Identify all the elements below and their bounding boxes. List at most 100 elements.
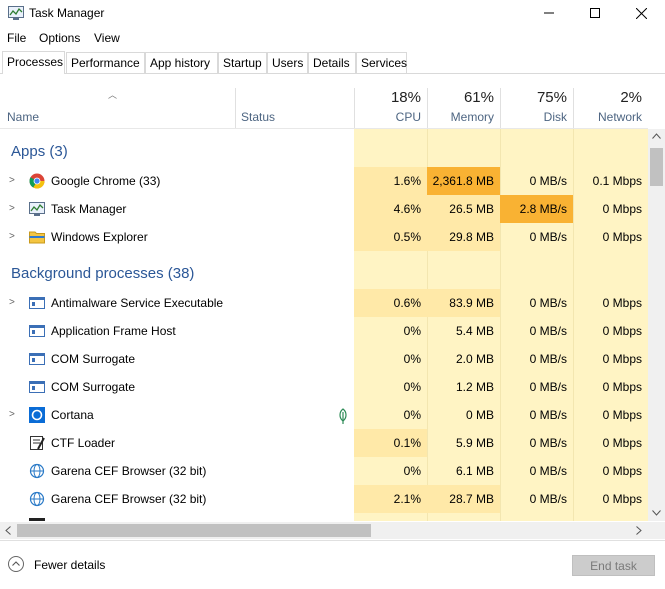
- scroll-corner: [648, 522, 665, 539]
- column-disk[interactable]: 75% Disk: [500, 88, 573, 128]
- title-bar: Task Manager: [0, 0, 665, 26]
- cpu-cell: 0%: [403, 380, 421, 394]
- service-icon: [29, 381, 45, 393]
- column-status[interactable]: Status: [241, 110, 275, 124]
- chevron-right-icon[interactable]: >: [9, 175, 15, 186]
- chevron-right-icon[interactable]: >: [9, 409, 15, 420]
- group-apps-label: Apps (3): [11, 143, 68, 160]
- network-cell: 0 Mbps: [602, 492, 642, 506]
- memory-cell: 5.4 MB: [455, 324, 494, 338]
- globe-icon: [29, 491, 45, 507]
- vertical-scrollbar[interactable]: [648, 129, 665, 521]
- end-task-button[interactable]: End task: [572, 555, 655, 576]
- chevron-right-icon[interactable]: >: [9, 203, 15, 214]
- sort-up-icon[interactable]: ︿: [108, 88, 117, 101]
- group-header-apps[interactable]: Apps (3): [0, 137, 648, 165]
- process-row[interactable]: Garena CEF Browser (32 bit) 0% 6.1 MB 0 …: [0, 457, 648, 485]
- cpu-cell: 1.6%: [354, 167, 427, 195]
- network-total: 2%: [620, 89, 642, 106]
- chevron-right-icon[interactable]: >: [9, 231, 15, 242]
- minimize-button[interactable]: [526, 0, 572, 26]
- process-row[interactable]: > Cortana 0% 0 MB 0 MB/s 0 Mbps: [0, 401, 648, 429]
- task-manager-icon: [8, 6, 24, 20]
- disk-cell: 0 MB/s: [529, 436, 567, 450]
- process-row[interactable]: > Google Chrome (33) 1.6% 2,361.8 MB 0 M…: [0, 167, 648, 195]
- menu-file[interactable]: File: [7, 31, 26, 45]
- memory-cell: 83.9 MB: [427, 289, 500, 317]
- network-cell: 0 Mbps: [602, 408, 642, 422]
- tab-details[interactable]: Details: [308, 52, 356, 73]
- tab-performance[interactable]: Performance: [66, 52, 145, 73]
- cpu-cell: 0.1%: [354, 429, 427, 457]
- column-network[interactable]: 2% Network: [573, 88, 648, 128]
- horizontal-scroll-thumb[interactable]: [17, 524, 371, 537]
- cpu-cell: 0.6%: [354, 289, 427, 317]
- process-name: Cortana: [51, 408, 94, 422]
- scroll-left-icon[interactable]: [5, 526, 11, 535]
- memory-cell: 28.7 MB: [427, 485, 500, 513]
- chevron-right-icon[interactable]: >: [9, 297, 15, 308]
- cpu-cell: 2.1%: [354, 485, 427, 513]
- memory-total: 61%: [463, 89, 494, 106]
- service-icon: [29, 353, 45, 365]
- menu-view[interactable]: View: [94, 31, 120, 45]
- cpu-total: 18%: [390, 89, 421, 106]
- network-cell: 0 Mbps: [602, 202, 642, 216]
- menu-options[interactable]: Options: [39, 31, 80, 45]
- memory-cell: 6.1 MB: [455, 464, 494, 478]
- maximize-button[interactable]: [572, 0, 618, 26]
- group-background-label: Background processes (38): [11, 265, 195, 282]
- process-row[interactable]: Application Frame Host 0% 5.4 MB 0 MB/s …: [0, 317, 648, 345]
- disk-cell: 0 MB/s: [529, 492, 567, 506]
- folder-icon: [29, 231, 45, 244]
- process-row[interactable]: CTF Loader 0.1% 5.9 MB 0 MB/s 0 Mbps: [0, 429, 648, 457]
- process-row[interactable]: COM Surrogate 0% 2.0 MB 0 MB/s 0 Mbps: [0, 345, 648, 373]
- disk-cell: 0 MB/s: [529, 174, 567, 188]
- process-row[interactable]: Garena CEF Browser (32 bit) 2.1% 28.7 MB…: [0, 485, 648, 513]
- cpu-cell: 0.5%: [354, 223, 427, 251]
- column-memory[interactable]: 61% Memory: [427, 88, 500, 128]
- window-title: Task Manager: [29, 6, 105, 20]
- process-row[interactable]: [0, 515, 648, 521]
- process-row[interactable]: > Antimalware Service Executable 0.6% 83…: [0, 289, 648, 317]
- network-cell: 0 Mbps: [602, 436, 642, 450]
- group-header-background[interactable]: Background processes (38): [0, 259, 648, 287]
- cpu-cell: 0%: [403, 352, 421, 366]
- column-cpu[interactable]: 18% CPU: [354, 88, 427, 128]
- scroll-down-icon[interactable]: [652, 510, 661, 516]
- horizontal-scrollbar[interactable]: [0, 522, 648, 539]
- process-name: Task Manager: [51, 202, 127, 216]
- scroll-right-icon[interactable]: [636, 526, 642, 535]
- vertical-scroll-thumb[interactable]: [650, 148, 663, 186]
- chevron-up-icon[interactable]: [8, 556, 24, 572]
- network-cell: 0 Mbps: [602, 230, 642, 244]
- disk-cell: 0 MB/s: [529, 296, 567, 310]
- network-label: Network: [597, 110, 642, 124]
- app-icon: [29, 518, 45, 521]
- disk-label: Disk: [543, 110, 567, 124]
- memory-label: Memory: [450, 110, 494, 124]
- tab-users[interactable]: Users: [267, 52, 308, 73]
- process-name: Google Chrome (33): [51, 174, 161, 188]
- close-icon: [635, 7, 647, 19]
- network-cell: 0 Mbps: [602, 464, 642, 478]
- memory-cell: 1.2 MB: [455, 380, 494, 394]
- close-button[interactable]: [618, 0, 664, 26]
- column-divider[interactable]: [235, 88, 236, 128]
- tab-strip: Processes Performance App history Startu…: [0, 51, 665, 74]
- process-row[interactable]: COM Surrogate 0% 1.2 MB 0 MB/s 0 Mbps: [0, 373, 648, 401]
- process-name: Garena CEF Browser (32 bit): [51, 492, 207, 506]
- service-icon: [29, 297, 45, 309]
- process-name: Garena CEF Browser (32 bit): [51, 464, 207, 478]
- tab-app-history[interactable]: App history: [145, 52, 218, 73]
- tab-processes[interactable]: Processes: [2, 51, 65, 74]
- process-row[interactable]: > Windows Explorer 0.5% 29.8 MB 0 MB/s 0…: [0, 223, 648, 251]
- process-row[interactable]: > Task Manager 4.6% 26.5 MB 2.8 MB/s 0 M…: [0, 195, 648, 223]
- cpu-cell: 4.6%: [354, 195, 427, 223]
- tab-startup[interactable]: Startup: [218, 52, 267, 73]
- column-name[interactable]: Name: [7, 110, 39, 124]
- tab-services[interactable]: Services: [356, 52, 407, 73]
- fewer-details-link[interactable]: Fewer details: [34, 558, 105, 572]
- memory-cell: 29.8 MB: [427, 223, 500, 251]
- scroll-up-icon[interactable]: [652, 133, 661, 139]
